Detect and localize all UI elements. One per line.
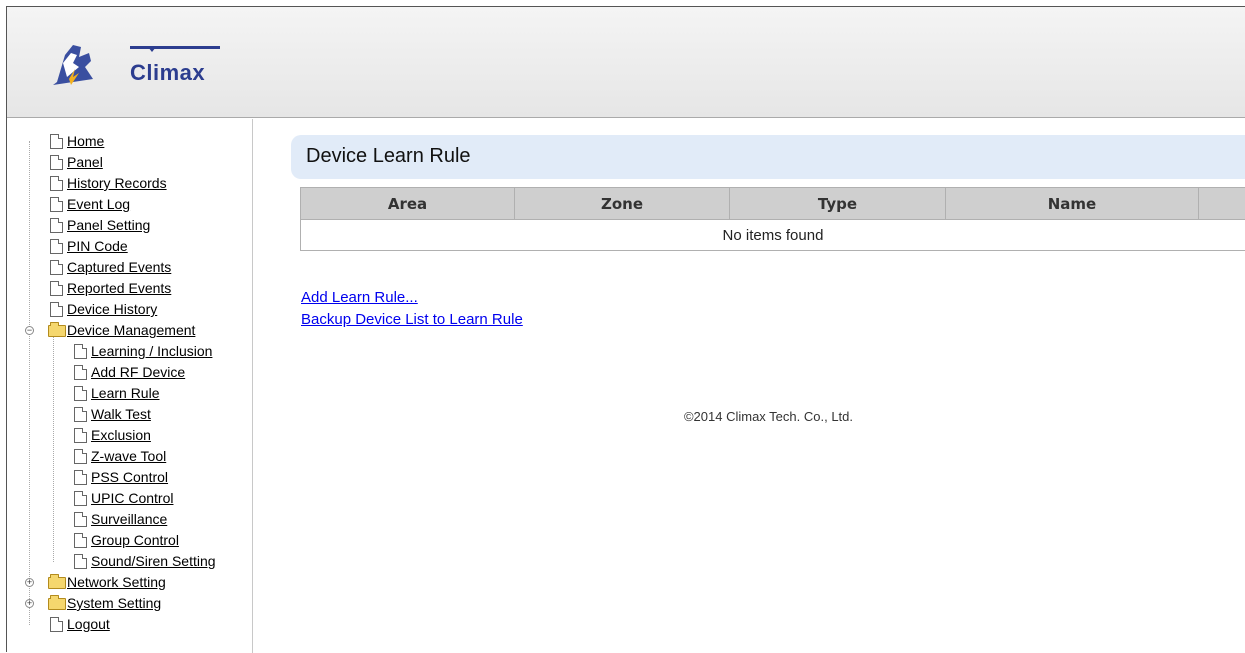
file-icon: [50, 176, 63, 191]
sidebar: HomePanelHistory RecordsEvent LogPanel S…: [7, 119, 253, 653]
file-icon: [50, 218, 63, 233]
nav-item-device-management[interactable]: − Device Management: [7, 320, 252, 341]
nav-item-label[interactable]: Network Setting: [67, 572, 166, 593]
nav-item-label[interactable]: PSS Control: [91, 467, 168, 488]
file-icon: [50, 260, 63, 275]
nav-item-captured-events[interactable]: Captured Events: [7, 257, 252, 278]
nav-item-logout[interactable]: Logout: [7, 614, 252, 635]
nav-item-label[interactable]: Panel: [67, 152, 103, 173]
column-header-name[interactable]: Name: [946, 188, 1199, 220]
column-header-area[interactable]: Area: [301, 188, 515, 220]
nav-item-label[interactable]: Panel Setting: [67, 215, 150, 236]
folder-icon: [48, 577, 66, 589]
nav-item-add-rf-device[interactable]: Add RF Device: [7, 362, 252, 383]
nav-item-label[interactable]: Device Management: [67, 320, 195, 341]
expand-icon[interactable]: +: [25, 578, 34, 587]
file-icon: [50, 281, 63, 296]
nav-tree: HomePanelHistory RecordsEvent LogPanel S…: [7, 131, 252, 635]
nav-item-sound-siren-setting[interactable]: Sound/Siren Setting: [7, 551, 252, 572]
nav-item-label[interactable]: System Setting: [67, 593, 161, 614]
nav-item-pss-control[interactable]: PSS Control: [7, 467, 252, 488]
column-header-zone[interactable]: Zone: [515, 188, 730, 220]
copyright-text: ©2014 Climax Tech. Co., Ltd.: [291, 409, 1245, 424]
nav-item-panel-setting[interactable]: Panel Setting: [7, 215, 252, 236]
nav-item-label[interactable]: Learn Rule: [91, 383, 160, 404]
file-icon: [74, 470, 87, 485]
file-icon: [74, 365, 87, 380]
main-content: Device Learn Rule Area Zone Type Name No…: [291, 119, 1245, 653]
nav-item-surveillance[interactable]: Surveillance: [7, 509, 252, 530]
nav-item-label[interactable]: Surveillance: [91, 509, 167, 530]
nav-item-panel[interactable]: Panel: [7, 152, 252, 173]
nav-item-z-wave-tool[interactable]: Z-wave Tool: [7, 446, 252, 467]
nav-item-label[interactable]: Group Control: [91, 530, 179, 551]
nav-item-reported-events[interactable]: Reported Events: [7, 278, 252, 299]
column-header-extra: [1199, 188, 1245, 220]
nav-item-label[interactable]: History Records: [67, 173, 167, 194]
file-icon: [74, 344, 87, 359]
title-bar: Device Learn Rule: [291, 135, 1245, 179]
file-icon: [74, 428, 87, 443]
nav-item-label[interactable]: Home: [67, 131, 104, 152]
nav-item-learn-rule[interactable]: Learn Rule: [7, 383, 252, 404]
nav-item-label[interactable]: UPIC Control: [91, 488, 173, 509]
expand-icon[interactable]: +: [25, 599, 34, 608]
nav-item-label[interactable]: Captured Events: [67, 257, 171, 278]
nav-item-walk-test[interactable]: Walk Test: [7, 404, 252, 425]
empty-message: No items found: [301, 220, 1245, 251]
header-banner: Climax: [7, 7, 1245, 118]
file-icon: [50, 134, 63, 149]
nav-item-history-records[interactable]: History Records: [7, 173, 252, 194]
file-icon: [50, 197, 63, 212]
nav-item-pin-code[interactable]: PIN Code: [7, 236, 252, 257]
nav-item-label[interactable]: Learning / Inclusion: [91, 341, 212, 362]
add-learn-rule-link[interactable]: Add Learn Rule...: [301, 289, 418, 306]
nav-item-label[interactable]: Add RF Device: [91, 362, 185, 383]
nav-item-system-setting[interactable]: + System Setting: [7, 593, 252, 614]
nav-item-label[interactable]: Sound/Siren Setting: [91, 551, 216, 572]
nav-item-upic-control[interactable]: UPIC Control: [7, 488, 252, 509]
file-icon: [74, 512, 87, 527]
nav-item-label[interactable]: Reported Events: [67, 278, 171, 299]
table-header-row: Area Zone Type Name: [301, 188, 1245, 220]
file-icon: [50, 155, 63, 170]
file-icon: [74, 407, 87, 422]
file-icon: [74, 449, 87, 464]
collapse-icon[interactable]: −: [25, 326, 34, 335]
app-frame: Climax HomePanelHistory RecordsEvent Log…: [6, 6, 1245, 652]
nav-item-label[interactable]: Device History: [67, 299, 157, 320]
folder-icon: [48, 598, 66, 610]
file-icon: [50, 302, 63, 317]
nav-item-event-log[interactable]: Event Log: [7, 194, 252, 215]
file-icon: [74, 533, 87, 548]
file-icon: [74, 554, 87, 569]
file-icon: [74, 491, 87, 506]
table-row: No items found: [301, 220, 1245, 251]
climax-logo[interactable]: Climax: [45, 27, 235, 97]
file-icon: [74, 386, 87, 401]
nav-item-network-setting[interactable]: + Network Setting: [7, 572, 252, 593]
page-title: Device Learn Rule: [306, 145, 471, 168]
nav-item-group-control[interactable]: Group Control: [7, 530, 252, 551]
nav-item-exclusion[interactable]: Exclusion: [7, 425, 252, 446]
file-icon: [50, 239, 63, 254]
nav-item-home[interactable]: Home: [7, 131, 252, 152]
nav-item-label[interactable]: Event Log: [67, 194, 130, 215]
nav-item-device-history[interactable]: Device History: [7, 299, 252, 320]
logo-text: Climax: [130, 60, 205, 86]
nav-item-label[interactable]: Walk Test: [91, 404, 151, 425]
nav-item-label[interactable]: Exclusion: [91, 425, 151, 446]
folder-open-icon: [48, 325, 66, 337]
backup-device-list-link[interactable]: Backup Device List to Learn Rule: [301, 311, 523, 328]
file-icon: [50, 617, 63, 632]
nav-item-label[interactable]: PIN Code: [67, 236, 128, 257]
nav-item-label[interactable]: Logout: [67, 614, 110, 635]
column-header-type[interactable]: Type: [730, 188, 946, 220]
nav-item-label[interactable]: Z-wave Tool: [91, 446, 166, 467]
learn-rule-table: Area Zone Type Name No items found: [300, 187, 1245, 251]
nav-item-learning-inclusion[interactable]: Learning / Inclusion: [7, 341, 252, 362]
